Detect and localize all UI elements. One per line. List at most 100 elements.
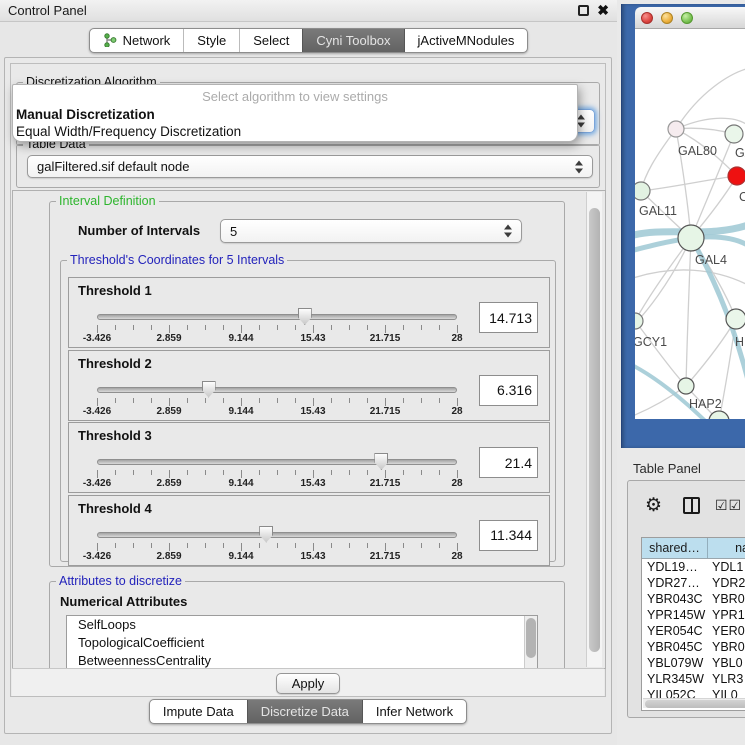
close-icon[interactable]: ✖ (597, 3, 609, 17)
network-node[interactable] (728, 167, 745, 185)
cell-shared-name[interactable]: YPR145W (642, 608, 708, 622)
cell-name[interactable]: YBL0 (708, 656, 745, 670)
threshold-value-input[interactable] (479, 447, 538, 478)
select-columns-checkboxes-icon[interactable]: ☑☑ (715, 497, 742, 514)
threshold-slider[interactable]: -3.4262.8599.14415.4321.71528 (97, 526, 457, 564)
cell-name[interactable]: YPR1 (708, 608, 745, 622)
node-table[interactable]: shared… na YDL19…YDL1YDR27…YDR2YBR043CYB… (641, 537, 745, 711)
vertical-scrollbar[interactable] (586, 192, 602, 667)
table-row[interactable]: YBR045CYBR0 (642, 639, 745, 655)
number-of-intervals-select[interactable]: 5 (220, 219, 522, 243)
threshold-slider[interactable]: -3.4262.8599.14415.4321.71528 (97, 453, 457, 491)
threshold-value-input[interactable] (479, 302, 538, 333)
slider-thumb[interactable] (374, 453, 388, 470)
threshold-slider[interactable]: -3.4262.8599.14415.4321.71528 (97, 381, 457, 419)
cell-name[interactable]: YBR0 (708, 640, 745, 654)
threshold-slider[interactable]: -3.4262.8599.14415.4321.71528 (97, 308, 457, 346)
tick-mark (385, 398, 386, 406)
cell-shared-name[interactable]: YER054C (642, 624, 708, 638)
columns-icon[interactable] (683, 497, 700, 514)
network-node[interactable] (709, 411, 729, 419)
slider-track[interactable] (97, 459, 457, 465)
table-row[interactable]: YBR043CYBR0 (642, 591, 745, 607)
tab-select[interactable]: Select (239, 29, 302, 52)
list-scrollbar-thumb[interactable] (526, 618, 536, 658)
tick-mark (295, 543, 296, 548)
column-header-name[interactable]: na (708, 538, 745, 558)
tab-cyni-toolbox[interactable]: Cyni Toolbox (302, 29, 403, 52)
apply-button[interactable]: Apply (276, 673, 340, 694)
cell-name[interactable]: YDL1 (708, 560, 745, 574)
slider-thumb[interactable] (298, 308, 312, 325)
slider-thumb[interactable] (259, 526, 273, 543)
horizontal-scrollbar-thumb[interactable] (645, 700, 745, 708)
cell-shared-name[interactable]: YBR045C (642, 640, 708, 654)
threshold-value-input[interactable] (479, 520, 538, 551)
cell-shared-name[interactable]: YDL19… (642, 560, 708, 574)
algorithm-option-equal-width-frequency-discretization[interactable]: Equal Width/Frequency Discretization (13, 123, 577, 140)
gear-icon[interactable]: ⚙ (645, 496, 662, 515)
spinner-arrows-icon (577, 114, 586, 129)
table-row[interactable]: YDL19…YDL1 (642, 559, 745, 575)
list-item[interactable]: SelfLoops (67, 616, 537, 634)
table-row[interactable]: YDR27…YDR2 (642, 575, 745, 591)
cell-shared-name[interactable]: YLR345W (642, 672, 708, 686)
table-row[interactable]: YER054CYER0 (642, 623, 745, 639)
tick-mark (115, 325, 116, 330)
table-row[interactable]: YLR345WYLR3 (642, 671, 745, 687)
list-item[interactable]: BetweennessCentrality (67, 652, 537, 669)
table-row[interactable]: YBL079WYBL0 (642, 655, 745, 671)
traffic-light-close-icon[interactable] (641, 12, 653, 24)
tick-mark (367, 398, 368, 403)
network-node[interactable] (725, 125, 743, 143)
network-window: GAL80GAGAL11CGAL4GCY1HHAP2 (621, 4, 745, 448)
tab-network[interactable]: Network (90, 29, 184, 52)
slider-thumb[interactable] (202, 381, 216, 398)
network-node[interactable] (668, 121, 684, 137)
horizontal-scrollbar[interactable] (643, 698, 745, 708)
list-scrollbar[interactable] (524, 616, 537, 669)
vertical-scrollbar-thumb[interactable] (589, 208, 600, 652)
list-item[interactable]: TopologicalCoefficient (67, 634, 537, 652)
cell-name[interactable]: YLR3 (708, 672, 745, 686)
cell-shared-name[interactable]: YDR27… (642, 576, 708, 590)
network-edge (635, 321, 686, 386)
traffic-light-zoom-icon[interactable] (681, 12, 693, 24)
tick-mark (187, 470, 188, 475)
attributes-list[interactable]: SelfLoopsTopologicalCoefficientBetweenne… (66, 615, 538, 669)
tab-label: Discretize Data (261, 704, 349, 719)
float-icon[interactable] (578, 5, 589, 16)
network-node[interactable] (678, 225, 704, 251)
cell-name[interactable]: YBR0 (708, 592, 745, 606)
tab-impute-data[interactable]: Impute Data (150, 700, 247, 723)
column-header-shared[interactable]: shared… (642, 538, 708, 558)
network-node[interactable] (726, 309, 745, 329)
traffic-light-minimize-icon[interactable] (661, 12, 673, 24)
cell-name[interactable]: YER0 (708, 624, 745, 638)
network-icon (103, 33, 117, 47)
tab-jactivemnodules[interactable]: jActiveMNodules (404, 29, 528, 52)
slider-ticks (97, 325, 457, 333)
threshold-value-input[interactable] (479, 375, 538, 406)
cell-shared-name[interactable]: YBR043C (642, 592, 708, 606)
network-node[interactable] (678, 378, 694, 394)
slider-track[interactable] (97, 314, 457, 320)
tab-infer-network[interactable]: Infer Network (362, 700, 466, 723)
tab-label: Style (197, 33, 226, 48)
table-row[interactable]: YPR145WYPR1 (642, 607, 745, 623)
slider-track[interactable] (97, 532, 457, 538)
table-data-select[interactable]: galFiltered.sif default node (27, 155, 593, 178)
tab-style[interactable]: Style (183, 29, 239, 52)
algorithm-option-manual-discretization[interactable]: Manual Discretization (13, 106, 577, 123)
network-node[interactable] (635, 182, 650, 200)
tick-mark (439, 470, 440, 475)
tick-mark (439, 325, 440, 330)
cell-shared-name[interactable]: YBL079W (642, 656, 708, 670)
tick-mark (313, 398, 314, 406)
network-window-titlebar[interactable] (635, 7, 745, 29)
slider-track[interactable] (97, 387, 457, 393)
tab-discretize-data[interactable]: Discretize Data (247, 700, 362, 723)
network-canvas[interactable]: GAL80GAGAL11CGAL4GCY1HHAP2 (635, 29, 745, 419)
tick-label: 9.144 (228, 333, 253, 344)
cell-name[interactable]: YDR2 (708, 576, 745, 590)
